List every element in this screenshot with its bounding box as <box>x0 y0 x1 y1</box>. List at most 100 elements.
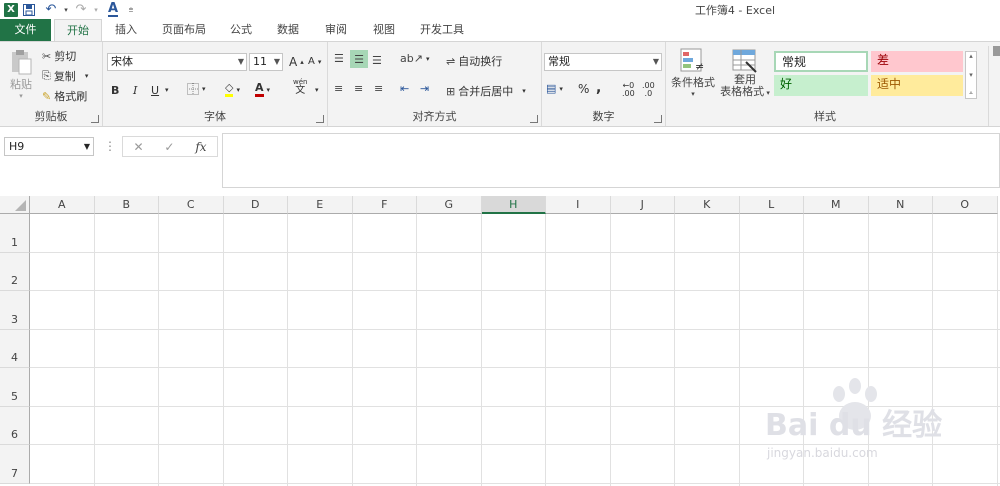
style-normal[interactable]: 常规 <box>774 51 868 72</box>
copy-dropdown-icon[interactable]: ▾ <box>85 72 89 80</box>
cells-group-partial <box>988 46 1000 126</box>
column-header-h[interactable]: H <box>481 196 546 214</box>
percent-button[interactable]: % <box>578 82 589 96</box>
tab-view[interactable]: 视图 <box>362 19 406 41</box>
format-as-table-button[interactable]: 套用 表格格式 ▾ <box>718 48 772 99</box>
accounting-format-button[interactable]: ▤ ▾ <box>546 82 563 95</box>
paintbrush-icon: ✎ <box>42 89 52 103</box>
alignment-launcher-icon[interactable] <box>530 115 538 123</box>
merge-center-button[interactable]: ⊞ 合并后居中 ▾ <box>446 83 526 99</box>
style-neutral[interactable]: 适中 <box>871 75 963 96</box>
style-good[interactable]: 好 <box>774 75 868 96</box>
tab-insert[interactable]: 插入 <box>104 19 148 41</box>
decrease-decimal-button[interactable]: .00.0 <box>642 82 655 98</box>
increase-decimal-button[interactable]: ←0.00 <box>622 82 635 98</box>
underline-dropdown-icon[interactable]: ▾ <box>165 86 169 94</box>
grid-column-line <box>222 214 224 486</box>
merge-cells-icon: ⊞ <box>446 84 456 98</box>
paste-button[interactable]: 粘贴 ▾ <box>6 48 36 100</box>
column-header-m[interactable]: M <box>804 196 869 214</box>
paste-dropdown-icon[interactable]: ▾ <box>19 92 23 100</box>
column-header-c[interactable]: C <box>159 196 224 214</box>
scroll-down-icon[interactable]: ▾ <box>969 71 973 79</box>
orientation-button[interactable]: ab↗ ▾ <box>400 52 429 65</box>
grow-font-button[interactable]: A ▴ <box>289 55 304 69</box>
row-header-6[interactable]: 6 <box>0 406 30 445</box>
enter-icon[interactable]: ✓ <box>164 140 174 154</box>
shrink-font-button[interactable]: A ▾ <box>308 56 321 67</box>
format-painter-button[interactable]: ✎ 格式刷 <box>42 88 87 104</box>
clipboard-launcher-icon[interactable] <box>91 115 99 123</box>
tab-review[interactable]: 审阅 <box>314 19 358 41</box>
cancel-icon[interactable]: ✕ <box>133 140 143 154</box>
comma-button[interactable]: , <box>596 80 601 96</box>
insert-function-icon[interactable]: fx <box>195 140 206 154</box>
row-header-4[interactable]: 4 <box>0 329 30 368</box>
decrease-indent-button[interactable]: ⇤ <box>400 82 409 95</box>
column-header-l[interactable]: L <box>739 196 804 214</box>
font-size-select[interactable]: 11 ▼ <box>249 53 283 71</box>
align-left-button[interactable]: ≡ <box>334 82 343 95</box>
row-header-1[interactable]: 1 <box>0 214 30 253</box>
chevron-down-icon: ▼ <box>652 57 659 66</box>
styles-gallery-scroll[interactable]: ▴ ▾ ⩡ <box>965 51 977 99</box>
number-launcher-icon[interactable] <box>654 115 662 123</box>
alignment-group: ☰ ☰ ☰ ab↗ ▾ ⇌ 自动换行 ≡ ≡ ≡ ⇤ ⇥ ⊞ 合并后居中 ▾ 对齐方式 <box>328 42 542 126</box>
formula-input[interactable] <box>222 133 1000 188</box>
wrap-text-button[interactable]: ⇌ 自动换行 <box>446 53 502 69</box>
gallery-more-icon[interactable]: ⩡ <box>969 89 973 98</box>
column-header-i[interactable]: I <box>546 196 611 214</box>
tab-home[interactable]: 开始 <box>54 19 102 42</box>
column-header-o[interactable]: O <box>933 196 998 214</box>
name-box[interactable]: H9 ▼ <box>4 137 94 156</box>
number-format-select[interactable]: 常规 ▼ <box>544 53 662 71</box>
cut-button[interactable]: ✂ 剪切 <box>42 48 76 64</box>
font-launcher-icon[interactable] <box>316 115 324 123</box>
scroll-up-icon[interactable]: ▴ <box>969 52 973 60</box>
column-header-n[interactable]: N <box>868 196 933 214</box>
select-all-corner[interactable] <box>0 196 30 214</box>
column-header-g[interactable]: G <box>417 196 482 214</box>
column-header-b[interactable]: B <box>94 196 159 214</box>
phonetic-dropdown-icon[interactable]: ▾ <box>315 86 319 94</box>
column-header-f[interactable]: F <box>352 196 417 214</box>
increase-indent-button[interactable]: ⇥ <box>420 82 429 95</box>
row-header-3[interactable]: 3 <box>0 291 30 330</box>
column-header-e[interactable]: E <box>288 196 353 214</box>
column-header-k[interactable]: K <box>675 196 740 214</box>
copy-button[interactable]: ⎘ 复制 ▾ <box>42 68 88 84</box>
border-icon <box>187 83 199 95</box>
tab-developer[interactable]: 开发工具 <box>410 19 474 41</box>
underline-button[interactable]: U <box>151 84 159 97</box>
chevron-down-icon: ▼ <box>273 57 280 66</box>
align-center-button[interactable]: ≡ <box>354 82 363 95</box>
align-middle-button[interactable]: ☰ <box>350 50 368 68</box>
font-color-button[interactable]: A ▾ <box>255 82 270 97</box>
align-top-button[interactable]: ☰ <box>334 52 344 65</box>
tab-formulas[interactable]: 公式 <box>220 19 262 41</box>
bold-button[interactable]: B <box>111 84 119 97</box>
tab-data[interactable]: 数据 <box>266 19 310 41</box>
paste-icon <box>12 50 32 75</box>
align-right-button[interactable]: ≡ <box>374 82 383 95</box>
row-header-5[interactable]: 5 <box>0 368 30 407</box>
column-header-d[interactable]: D <box>223 196 288 214</box>
wrap-text-icon: ⇌ <box>446 54 456 68</box>
tab-page-layout[interactable]: 页面布局 <box>152 19 216 41</box>
border-button[interactable]: ▾ <box>187 83 206 95</box>
phonetic-button[interactable]: wén 文 <box>293 79 307 96</box>
style-bad[interactable]: 差 <box>871 51 963 72</box>
tab-file[interactable]: 文件 <box>0 19 51 41</box>
grid-column-line <box>480 214 482 486</box>
insert-cells-icon[interactable] <box>993 46 1000 56</box>
conditional-format-button[interactable]: ≠ 条件格式 ▾ <box>670 48 716 98</box>
column-header-a[interactable]: A <box>30 196 95 214</box>
formula-bar-grip-icon[interactable]: ⋮ <box>104 139 116 153</box>
row-header-7[interactable]: 7 <box>0 445 30 484</box>
font-name-select[interactable]: 宋体 ▼ <box>107 53 247 71</box>
row-header-2[interactable]: 2 <box>0 252 30 291</box>
column-header-j[interactable]: J <box>610 196 675 214</box>
italic-button[interactable]: I <box>133 84 137 97</box>
align-bottom-button[interactable]: ☰ <box>372 54 382 67</box>
fill-color-button[interactable]: ◇ ▾ <box>225 82 240 97</box>
